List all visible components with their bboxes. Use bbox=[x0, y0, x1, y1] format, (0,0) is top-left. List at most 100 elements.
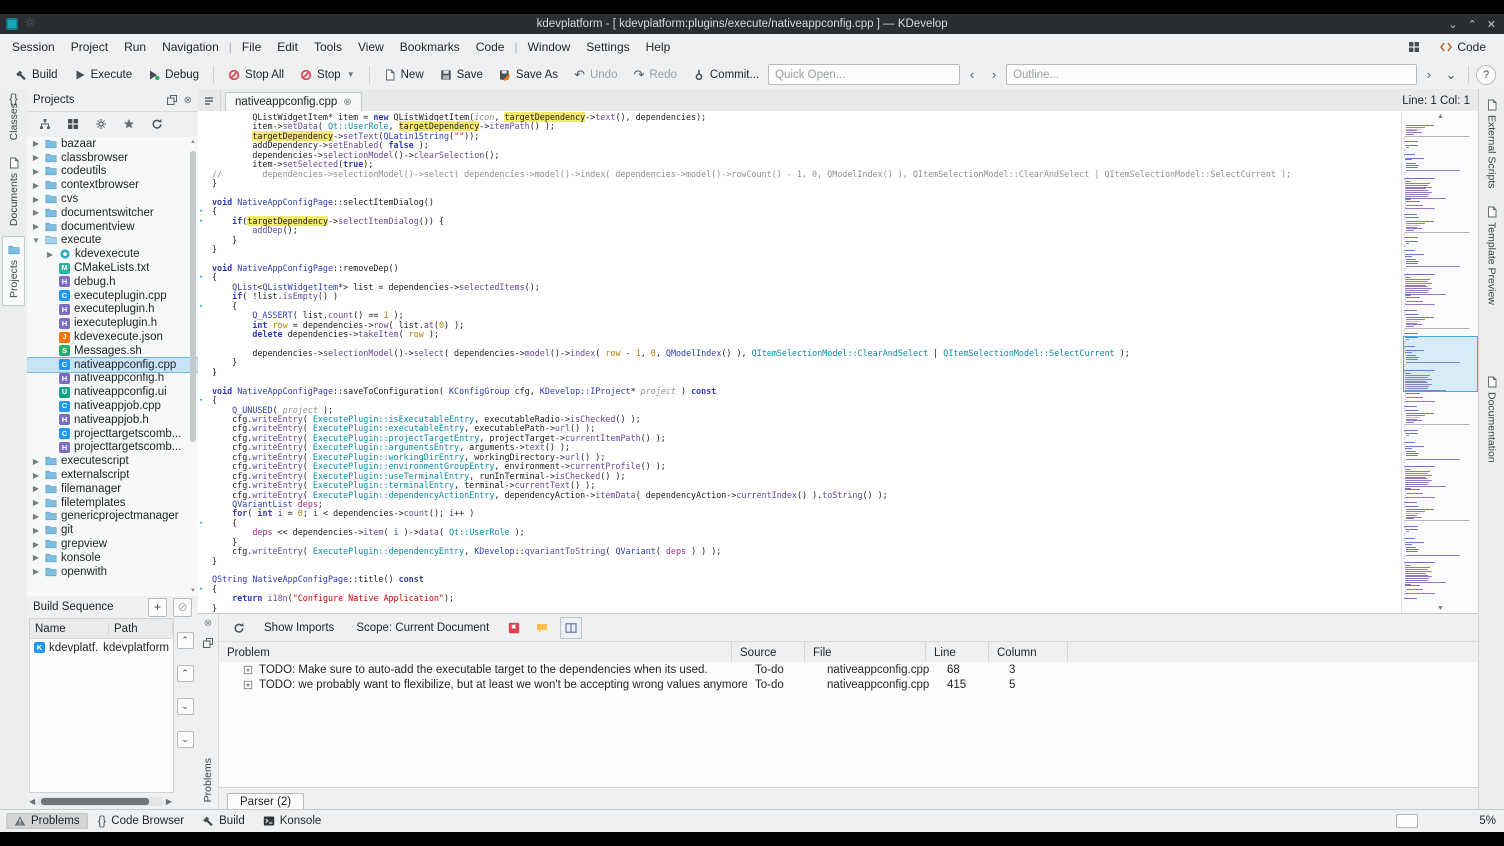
refresh-icon[interactable] bbox=[233, 622, 245, 634]
menu-tools[interactable]: Tools bbox=[306, 36, 350, 58]
tree-item-nativeappconfig-cpp[interactable]: Cnativeappconfig.cpp bbox=[27, 356, 198, 373]
stop-button[interactable]: Stop ▼ bbox=[293, 66, 362, 84]
code-line[interactable]: // dependencies->selectionModel()->selec… bbox=[198, 169, 1402, 179]
area-code-button[interactable]: Code bbox=[1432, 38, 1494, 56]
problem-row[interactable]: TODO: Make sure to auto-add the executab… bbox=[219, 662, 1479, 677]
tree-item-konsole[interactable]: ▶ konsole bbox=[27, 551, 198, 565]
fold-marker-icon[interactable]: ▾ bbox=[199, 519, 203, 528]
code-editor[interactable]: QListWidgetItem* item = new QListWidgetI… bbox=[198, 111, 1479, 614]
code-line[interactable]: cfg.writeEntry( ExecutePlugin::dependenc… bbox=[198, 490, 1402, 500]
menu-file[interactable]: File bbox=[234, 36, 269, 58]
scroll-left-icon[interactable]: ◀ bbox=[29, 797, 35, 806]
column-header-name[interactable]: Name bbox=[30, 622, 109, 635]
stop-all-button[interactable]: Stop All bbox=[221, 66, 291, 84]
tree-item-cvs[interactable]: ▶ cvs bbox=[27, 192, 198, 206]
detach-icon[interactable] bbox=[202, 637, 214, 649]
grid-button[interactable] bbox=[63, 114, 83, 134]
statusbar-build-button[interactable]: Build bbox=[194, 813, 253, 829]
scroll-down-icon[interactable]: ▼ bbox=[189, 588, 197, 594]
tree-item-externalscript[interactable]: ▶ externalscript bbox=[27, 468, 198, 482]
horizontal-scrollbar[interactable]: ◀ ▶ bbox=[29, 796, 172, 807]
statusbar-konsole-button[interactable]: Konsole bbox=[255, 813, 330, 829]
bookmark-button[interactable] bbox=[119, 114, 139, 134]
code-line[interactable]: } bbox=[198, 244, 1402, 254]
column-header-line[interactable]: Line bbox=[926, 642, 989, 663]
code-line[interactable]: } bbox=[198, 367, 1402, 377]
tree-item-executeplugin-h[interactable]: Hexecuteplugin.h bbox=[27, 303, 198, 317]
menu-edit[interactable]: Edit bbox=[269, 36, 306, 58]
dock-tab-template-preview[interactable]: Template Preview bbox=[1481, 199, 1502, 312]
code-line[interactable]: } bbox=[198, 603, 1402, 613]
menu-navigation[interactable]: Navigation bbox=[154, 36, 227, 58]
chevL-button[interactable]: ‹ bbox=[962, 65, 982, 85]
scroll-up-icon[interactable]: ▲ bbox=[189, 139, 197, 145]
menu-code[interactable]: Code bbox=[468, 36, 513, 58]
dock-tab-classes[interactable]: {} Classes bbox=[2, 92, 25, 147]
scroll-right-icon[interactable]: ▶ bbox=[166, 797, 172, 806]
new-button[interactable]: New bbox=[377, 66, 431, 84]
chevR-button[interactable]: › bbox=[984, 65, 1004, 85]
tree-item-Messages-sh[interactable]: S Messages.sh bbox=[27, 344, 198, 358]
code-line[interactable]: void NativeAppConfigPage::selectItemDial… bbox=[198, 197, 1402, 207]
menu-session[interactable]: Session bbox=[4, 36, 63, 58]
tree-scrollbar[interactable]: ▲ ▼ bbox=[189, 139, 197, 594]
show-imports-button[interactable]: Show Imports bbox=[257, 619, 341, 637]
expander-icon[interactable]: ▶ bbox=[31, 484, 41, 493]
overview-button[interactable] bbox=[35, 114, 55, 134]
expander-icon[interactable]: ▶ bbox=[31, 498, 41, 507]
tree-item-execute[interactable]: ▼ execute bbox=[27, 234, 198, 248]
expander-icon[interactable]: ▶ bbox=[31, 208, 41, 217]
code-line[interactable]: if( !list.isEmpty() ) bbox=[198, 292, 1402, 301]
redo-button[interactable]: ↷ Redo bbox=[626, 66, 683, 84]
build-sequence-row[interactable]: K kdevplatf... kdevplatform bbox=[30, 639, 173, 656]
statusbar-problems-button[interactable]: Problems bbox=[6, 813, 88, 829]
close-icon[interactable]: ⊗ bbox=[204, 618, 212, 629]
fold-marker-icon[interactable]: ▾ bbox=[199, 273, 203, 282]
move-up-button[interactable]: ⌃ bbox=[176, 665, 194, 682]
error-filter-icon[interactable] bbox=[508, 622, 520, 634]
scroll-up-icon[interactable]: ▲ bbox=[1402, 113, 1479, 120]
tree-item-grepview[interactable]: ▶ grepview bbox=[27, 537, 198, 551]
code-line[interactable]: } bbox=[198, 235, 1402, 245]
expander-icon[interactable]: ▶ bbox=[31, 540, 41, 549]
expander-icon[interactable]: ▶ bbox=[31, 567, 41, 576]
tree-item-bazaar[interactable]: ▶ bazaar bbox=[27, 137, 198, 151]
fold-marker-icon[interactable]: ▾ bbox=[199, 302, 203, 311]
tree-item-documentview[interactable]: ▶ documentview bbox=[27, 220, 198, 234]
expander-icon[interactable]: ▶ bbox=[31, 195, 41, 204]
code-line[interactable]: delete dependencies->takeItem( row ); bbox=[198, 329, 1402, 339]
menu-run[interactable]: Run bbox=[116, 36, 154, 58]
minimap[interactable]: ▲ ▼ bbox=[1401, 111, 1479, 614]
outline-input[interactable] bbox=[1006, 64, 1417, 85]
column-header-file[interactable]: File bbox=[805, 642, 926, 663]
tree-item-codeutils[interactable]: ▶ codeutils bbox=[27, 165, 198, 179]
column-header-problem[interactable]: Problem bbox=[219, 642, 732, 663]
add-to-build-sequence-button[interactable]: + bbox=[148, 597, 167, 617]
expander-icon[interactable]: ▶ bbox=[31, 457, 41, 466]
tree-item-nativeappconfig-ui[interactable]: Unativeappconfig.ui bbox=[27, 385, 198, 399]
column-header-path[interactable]: Path bbox=[109, 622, 173, 635]
expander-icon[interactable]: ▶ bbox=[31, 181, 41, 190]
tree-item-filemanager[interactable]: ▶ filemanager bbox=[27, 482, 198, 496]
document-switcher-icon[interactable] bbox=[203, 95, 215, 107]
problems-handle-label[interactable]: Problems bbox=[202, 758, 214, 802]
code-line[interactable]: dependencies->selectionModel()->clearSel… bbox=[198, 150, 1402, 160]
column-header-source[interactable]: Source bbox=[732, 642, 805, 663]
tree-item-nativeappjob-h[interactable]: Hnativeappjob.h bbox=[27, 413, 198, 427]
tab-parser[interactable]: Parser (2) bbox=[227, 793, 305, 810]
menu-help[interactable]: Help bbox=[638, 36, 679, 58]
problem-row[interactable]: TODO: we probably want to flexibilize, b… bbox=[219, 677, 1479, 692]
code-line[interactable]: for( int i = 0; i < dependencies->count(… bbox=[198, 509, 1402, 518]
tree-item-projecttargetscomb-[interactable]: Cprojecttargetscomb... bbox=[27, 427, 198, 441]
build-button[interactable]: Build bbox=[8, 66, 65, 84]
code-line[interactable]: void NativeAppConfigPage::removeDep() bbox=[198, 263, 1402, 273]
expander-icon[interactable]: ▶ bbox=[31, 526, 41, 535]
code-line[interactable]: ▾ if(targetDependency->selectItemDialog(… bbox=[198, 215, 1402, 226]
columns-icon[interactable] bbox=[565, 622, 577, 634]
tree-item-kdevexecute[interactable]: ▶ kdevexecute bbox=[27, 247, 198, 261]
tree-item-nativeappconfig-h[interactable]: Hnativeappconfig.h bbox=[27, 372, 198, 386]
tree-item-executeplugin-cpp[interactable]: Cexecuteplugin.cpp bbox=[27, 289, 198, 303]
area-switcher-grid-icon[interactable] bbox=[1404, 37, 1424, 57]
dock-tab-documentation[interactable]: Documentation bbox=[1481, 369, 1502, 470]
move-top-button[interactable]: ⌃ bbox=[176, 632, 194, 649]
